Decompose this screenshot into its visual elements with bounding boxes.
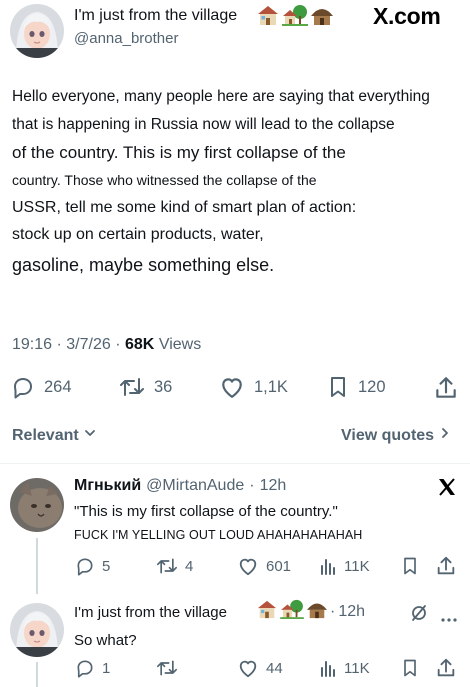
- reply-button[interactable]: 264: [10, 375, 72, 399]
- brand-watermark: X.com: [373, 3, 441, 29]
- reply-like-count: 601: [266, 557, 292, 575]
- meta-separator: ·: [56, 336, 62, 353]
- like-count: 1,1K: [254, 377, 288, 396]
- meta-separator: ·: [249, 477, 255, 494]
- post-date[interactable]: 3/7/26: [66, 336, 110, 353]
- share-button[interactable]: [433, 375, 459, 406]
- post-time[interactable]: 19:16: [12, 336, 52, 353]
- reply-share-button[interactable]: [435, 555, 457, 582]
- reply-icon: [74, 658, 96, 678]
- reply-like-button[interactable]: 601: [236, 556, 291, 576]
- reply-text: "This is my first collapse of the countr…: [74, 503, 338, 520]
- view-quotes-label: View quotes: [341, 426, 435, 444]
- post-text-line: USSR, tell me some kind of smart plan of…: [12, 199, 357, 216]
- reply-views-count: 11K: [344, 659, 370, 677]
- post-text-line: gasoline, maybe something else.: [12, 255, 275, 275]
- reply-author-name[interactable]: Мгнький: [74, 477, 141, 495]
- heart-icon: [236, 658, 260, 678]
- reply-time-group: · 12h: [330, 603, 365, 621]
- reply-share-button[interactable]: [435, 657, 457, 684]
- share-icon: [435, 556, 457, 581]
- repost-icon: [118, 375, 146, 399]
- reply-avatar-cat[interactable]: [10, 478, 64, 532]
- reply-bookmark-button[interactable]: [400, 658, 420, 683]
- views-count: 68K: [125, 336, 155, 353]
- hut-icon: [306, 599, 328, 619]
- more-options-icon[interactable]: [440, 610, 458, 628]
- reply-views-button[interactable]: 11K: [318, 658, 370, 678]
- house-icon: [256, 599, 278, 619]
- relevant-sort-dropdown[interactable]: Relevant: [12, 426, 97, 445]
- reply-repost-button[interactable]: 4: [155, 556, 193, 576]
- reply-like-count: 44: [266, 659, 283, 677]
- reply-count: 264: [44, 377, 72, 396]
- bookmark-icon: [400, 659, 420, 682]
- reply-text: So what?: [74, 632, 137, 649]
- reply-repost-button[interactable]: [155, 658, 185, 678]
- heart-icon: [236, 556, 260, 576]
- reply-repost-count: 4: [185, 557, 194, 575]
- author-emoji-row: [256, 4, 334, 26]
- post-meta: 19:16 · 3/7/26 · 68K Views: [12, 336, 201, 354]
- meta-separator: ·: [330, 603, 336, 620]
- reply-time[interactable]: 12h: [260, 477, 287, 495]
- reply-reply-count: 1: [102, 659, 111, 677]
- share-icon: [435, 658, 457, 683]
- hut-icon: [310, 4, 334, 26]
- analytics-icon: [318, 556, 338, 576]
- reply-icon: [10, 375, 36, 399]
- heart-icon: [218, 375, 246, 399]
- reply-reply-button[interactable]: 1: [74, 658, 110, 678]
- repost-button[interactable]: 36: [118, 375, 172, 399]
- reply-subtext: FUCK I'M YELLING OUT LOUD AHAHAHAHAHAH: [74, 528, 363, 542]
- share-icon: [433, 377, 459, 405]
- reply-icon: [74, 556, 96, 576]
- post-text-line: country. Those who witnessed the collaps…: [12, 172, 317, 188]
- reply-author-handle[interactable]: @MirtanAude: [146, 477, 244, 495]
- author-handle[interactable]: @anna_brother: [74, 30, 178, 47]
- post-text-line: stock up on certain products, water,: [12, 226, 264, 243]
- house-icon: [256, 4, 280, 26]
- bookmark-count: 120: [358, 377, 386, 396]
- thread-line: [36, 662, 38, 687]
- post-text-line: that is happening in Russia now will lea…: [12, 116, 395, 133]
- reply-author-name[interactable]: I'm just from the village: [74, 604, 227, 621]
- analytics-icon: [318, 658, 338, 678]
- post-text-line: Hello everyone, many people here are say…: [12, 88, 430, 105]
- chevron-right-icon: [438, 426, 452, 445]
- bookmark-icon: [400, 557, 420, 580]
- bookmark-button[interactable]: 120: [326, 375, 386, 399]
- grok-icon[interactable]: [410, 604, 428, 627]
- reply-x-logo-icon: [436, 476, 458, 503]
- reply-header: Мгнький @MirtanAude · 12h: [74, 477, 286, 495]
- reply-views-button[interactable]: 11K: [318, 556, 370, 576]
- divider: [0, 463, 470, 464]
- house-with-garden-icon: [280, 599, 304, 619]
- relevant-label: Relevant: [12, 426, 79, 444]
- chevron-down-icon: [83, 426, 97, 445]
- like-button[interactable]: 1,1K: [218, 375, 288, 399]
- reply-time[interactable]: 12h: [338, 603, 365, 621]
- views-label: Views: [158, 336, 202, 353]
- meta-separator: ·: [115, 336, 121, 353]
- view-quotes-link[interactable]: View quotes: [341, 426, 452, 445]
- post-text-line: of the country. This is my first collaps…: [12, 143, 346, 162]
- reply-like-button[interactable]: 44: [236, 658, 283, 678]
- reply-reply-count: 5: [102, 557, 111, 575]
- house-with-garden-icon: [282, 4, 308, 26]
- reply-emoji-row: [256, 599, 328, 619]
- reply-bookmark-button[interactable]: [400, 556, 420, 581]
- repost-count: 36: [154, 377, 173, 396]
- reply-reply-button[interactable]: 5: [74, 556, 110, 576]
- reply-avatar-author[interactable]: [10, 603, 64, 657]
- author-display-name[interactable]: I'm just from the village: [74, 7, 237, 25]
- repost-icon: [155, 556, 179, 576]
- thread-line: [36, 538, 38, 594]
- reply-views-count: 11K: [344, 557, 370, 575]
- author-avatar[interactable]: [10, 4, 64, 58]
- repost-icon: [155, 658, 179, 678]
- bookmark-icon: [326, 375, 350, 399]
